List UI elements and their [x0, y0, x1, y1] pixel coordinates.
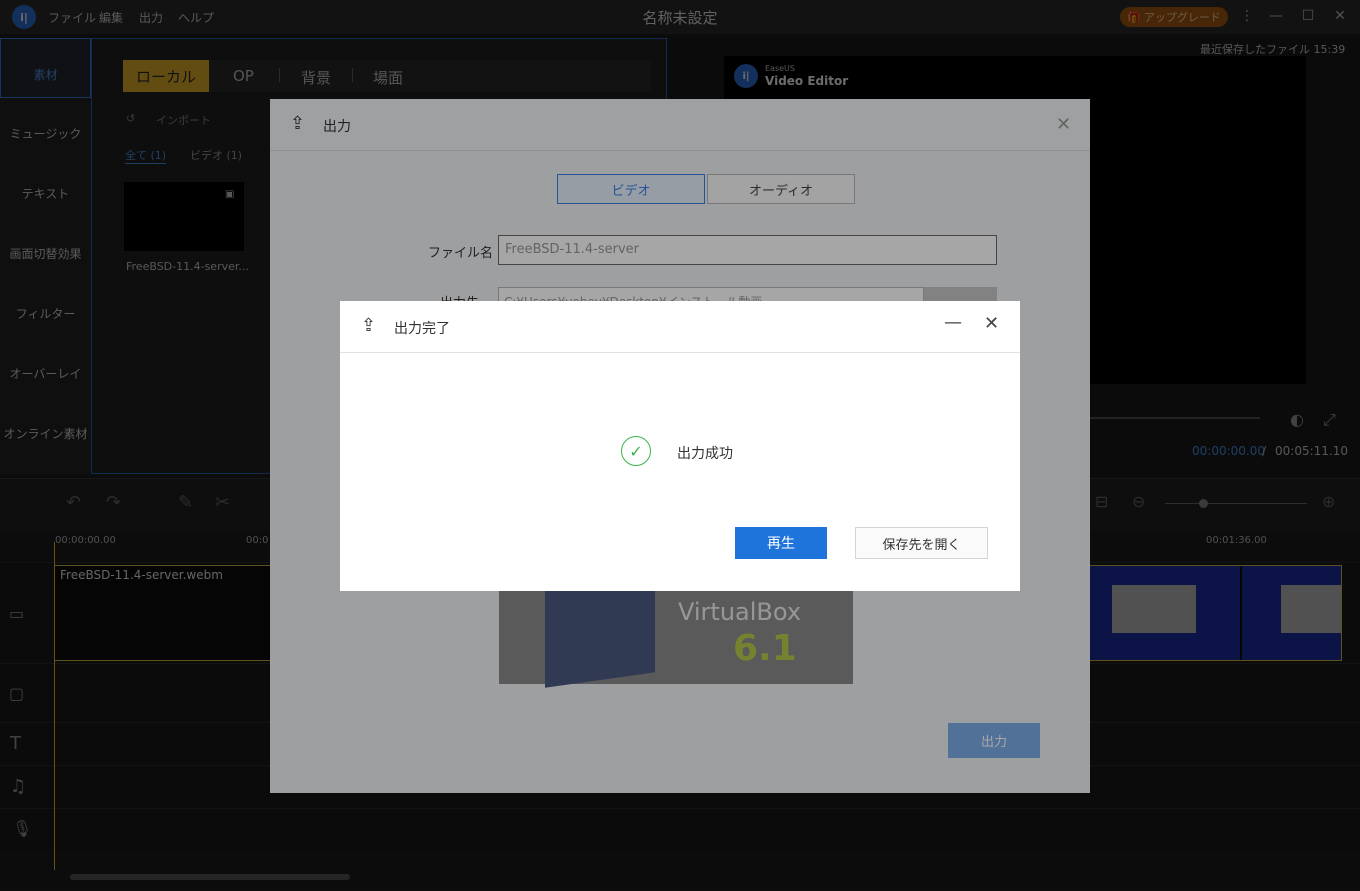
- open-folder-button[interactable]: 保存先を開く: [855, 527, 988, 559]
- play-button[interactable]: 再生: [735, 527, 827, 559]
- close-icon[interactable]: ✕: [984, 313, 999, 334]
- export-complete-title: 出力完了: [394, 321, 450, 337]
- success-message: 出力成功: [677, 446, 733, 462]
- success-check-icon: ✓: [621, 436, 651, 466]
- minimize-icon[interactable]: —: [944, 312, 962, 333]
- export-icon: ⇪: [361, 315, 377, 336]
